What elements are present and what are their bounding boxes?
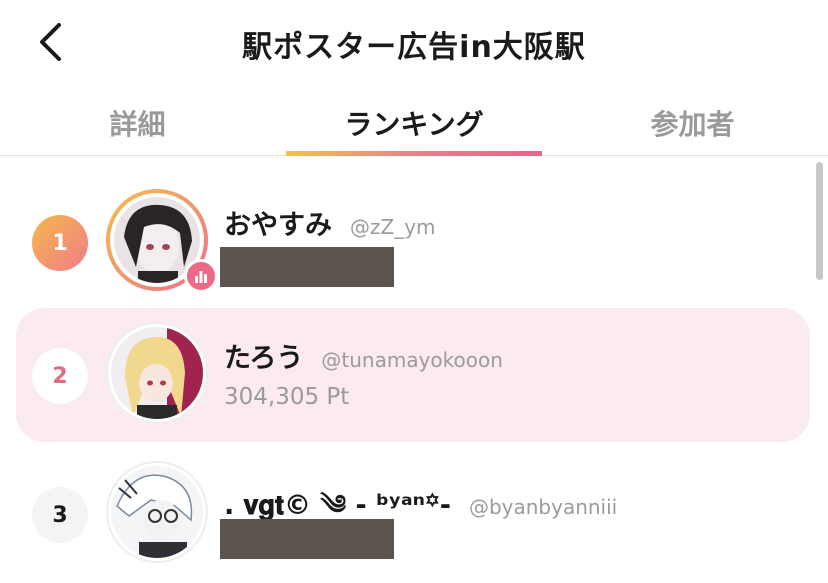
page-title: 駅ポスター広告in大阪駅 [242,30,586,65]
user-handle: @zZ_ym [350,215,436,239]
bar-chart-icon [195,271,207,283]
rank-badge: 2 [32,348,88,404]
user-name-line: おやすみ @zZ_ym [224,203,436,242]
user-name: おやすみ [224,210,332,241]
redacted-points [220,247,394,287]
user-handle: @tunamayokooon [321,348,503,372]
user-handle: @byanbyanniii [468,495,618,519]
rank-badge: 3 [32,487,88,543]
header: 駅ポスター広告in大阪駅 [0,0,828,90]
ranking-row-3[interactable]: 3 . 𝐯𝐠𝐭© ༄ - ᵇʸᵃⁿ꙳- @byanbyanniii [16,447,810,581]
redacted-points [220,519,394,559]
avatar-image [111,327,203,419]
ranking-row-2[interactable]: 2 たろう @tunamayokooon 304,305 Pt [16,308,810,442]
user-points: 304,305 Pt [224,384,350,410]
tab-ranking[interactable]: ランキング [286,90,542,156]
rank-badge: 1 [32,215,88,271]
scrollbar[interactable] [816,162,823,280]
stats-badge [184,259,218,293]
ranking-row-1[interactable]: 1 おやすみ @zZ_ym [16,175,810,309]
active-tab-indicator [286,151,542,156]
user-name-line: たろう @tunamayokooon [224,336,503,375]
tab-bar: 詳細 ランキング 参加者 [0,90,828,156]
avatar[interactable] [106,461,208,563]
tab-participants[interactable]: 参加者 [585,90,800,156]
tab-details[interactable]: 詳細 [30,90,245,156]
avatar-image [111,466,203,558]
user-name: たろう [224,343,304,374]
ranking-list: 1 おやすみ @zZ_ym 2 たろう @tunamayokooon 304,3… [0,157,828,583]
avatar[interactable] [106,322,208,424]
